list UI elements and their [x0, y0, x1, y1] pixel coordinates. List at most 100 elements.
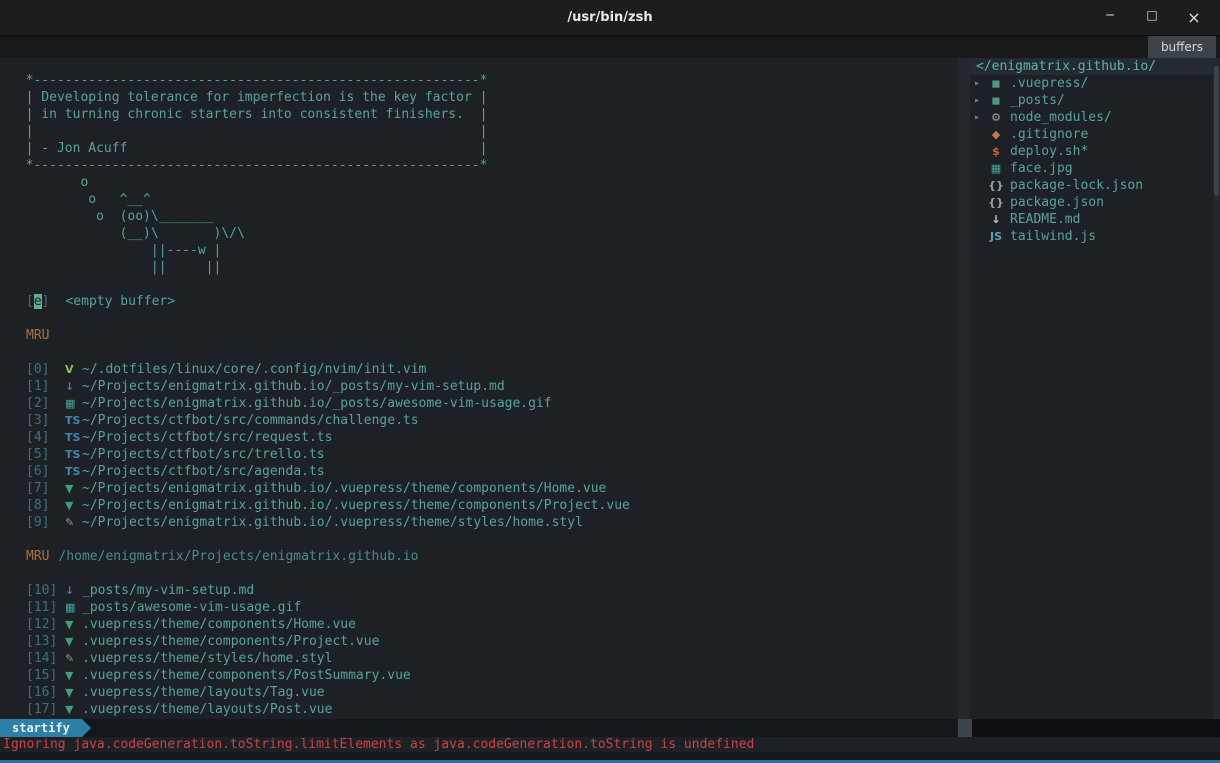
cow-art-line: ||----w | — [10, 242, 958, 259]
stylus-icon: ✎ — [65, 514, 82, 531]
json-icon: {} — [986, 194, 1006, 211]
explorer-tree: ▸ ◼ .vuepress/ ▸ ◼ _posts/ ▸ ⚙ node_modu… — [970, 75, 1213, 245]
explorer-item[interactable]: {} package.json — [970, 194, 1213, 211]
typescript-icon: TS — [65, 446, 82, 463]
image-icon: ▦ — [65, 395, 82, 412]
mru-entry[interactable]: [0] V ~/.dotfiles/linux/core/.config/nvi… — [10, 361, 958, 378]
blank-line — [10, 276, 958, 293]
entry-path: .vuepress/theme/styles/home.styl — [82, 650, 332, 667]
typescript-icon: TS — [65, 412, 82, 429]
statusline-fill — [91, 719, 958, 737]
folder-icon: ◼ — [986, 75, 1006, 92]
mru-entry[interactable]: [8] ▼ ~/Projects/enigmatrix.github.io/.v… — [10, 497, 958, 514]
mru-entry[interactable]: [17] ▼ .vuepress/theme/layouts/Post.vue — [10, 701, 958, 718]
expand-arrow-icon[interactable]: ▸ — [970, 109, 986, 126]
statusline: startify — [0, 719, 1220, 737]
entry-path: ~/Projects/ctfbot/src/commands/challenge… — [82, 412, 419, 429]
file-explorer[interactable]: </enigmatrix.github.io/ ▸ ◼ .vuepress/ ▸… — [970, 58, 1213, 719]
blank-line — [10, 344, 958, 361]
entry-index: [17] — [26, 701, 65, 718]
buffers-tab[interactable]: buffers — [1148, 36, 1216, 58]
window-title: /usr/bin/zsh — [0, 10, 1220, 25]
mru-label: MRU — [26, 549, 49, 564]
expand-arrow-icon[interactable]: ▸ — [970, 75, 986, 92]
explorer-item[interactable]: ▸ ◼ _posts/ — [970, 92, 1213, 109]
explorer-scrollbar[interactable] — [1213, 58, 1220, 719]
mru-entry[interactable]: [12] ▼ .vuepress/theme/components/Home.v… — [10, 616, 958, 633]
vue-icon: ▼ — [65, 667, 82, 684]
explorer-item[interactable]: ▸ ⚙ node_modules/ — [970, 109, 1213, 126]
terminal-window: /usr/bin/zsh ─ □ × buffers *------------… — [0, 0, 1220, 763]
entry-path: .vuepress/theme/layouts/Post.vue — [82, 701, 332, 718]
scrollbar-corner — [958, 719, 972, 737]
mru-label: MRU — [26, 328, 49, 343]
minimize-button[interactable]: ─ — [1102, 8, 1118, 27]
entry-index: [10] — [26, 582, 65, 599]
entry-path: .vuepress/theme/components/Project.vue — [82, 633, 379, 650]
cow-art-line: o — [10, 174, 958, 191]
node-modules-icon: ⚙ — [986, 109, 1006, 126]
entry-index: [13] — [26, 633, 65, 650]
mru-project-header: MRU/home/enigmatrix/Projects/enigmatrix.… — [10, 548, 958, 565]
mru-entry[interactable]: [11] ▦ _posts/awesome-vim-usage.gif — [10, 599, 958, 616]
startify-buffer[interactable]: *---------------------------------------… — [0, 58, 958, 719]
mru-entry[interactable]: [13] ▼ .vuepress/theme/components/Projec… — [10, 633, 958, 650]
entry-path: .vuepress/theme/layouts/Tag.vue — [82, 684, 325, 701]
mru-project-path: /home/enigmatrix/Projects/enigmatrix.git… — [58, 549, 418, 564]
explorer-item-label: node_modules/ — [1010, 109, 1112, 126]
mru-entry[interactable]: [14] ✎ .vuepress/theme/styles/home.styl — [10, 650, 958, 667]
maximize-button[interactable]: □ — [1144, 8, 1160, 27]
explorer-item[interactable]: ◆ .gitignore — [970, 126, 1213, 143]
entry-path: ~/.dotfiles/linux/core/.config/nvim/init… — [82, 361, 426, 378]
mru-entry[interactable]: [9] ✎ ~/Projects/enigmatrix.github.io/.v… — [10, 514, 958, 531]
entry-path: _posts/awesome-vim-usage.gif — [82, 599, 301, 616]
entry-path: ~/Projects/ctfbot/src/trello.ts — [82, 446, 325, 463]
explorer-item[interactable]: {} package-lock.json — [970, 177, 1213, 194]
explorer-item-label: README.md — [1010, 211, 1080, 228]
entry-path: .vuepress/theme/components/Home.vue — [82, 616, 356, 633]
json-icon: {} — [986, 177, 1006, 194]
markdown-icon: ↓ — [65, 582, 82, 599]
mru-entry[interactable]: [15] ▼ .vuepress/theme/components/PostSu… — [10, 667, 958, 684]
error-message: Ignoring java.codeGeneration.toString.li… — [3, 737, 754, 752]
bottom-strip — [0, 752, 1220, 760]
quote-line: | - Jon Acuff | — [10, 140, 958, 157]
quote-line: | Developing tolerance for imperfection … — [10, 89, 958, 106]
empty-buffer-label: <empty buffer> — [65, 294, 175, 309]
mru-entry[interactable]: [16] ▼ .vuepress/theme/layouts/Tag.vue — [10, 684, 958, 701]
quote-box: *---------------------------------------… — [10, 72, 958, 174]
mru-header: MRU — [10, 327, 958, 344]
mru-entry[interactable]: [3] TS ~/Projects/ctfbot/src/commands/ch… — [10, 412, 958, 429]
entry-index: [7] — [26, 480, 65, 497]
mru-entry[interactable]: [2] ▦ ~/Projects/enigmatrix.github.io/_p… — [10, 395, 958, 412]
scrollbar-thumb[interactable] — [1214, 66, 1219, 196]
explorer-item-label: .gitignore — [1010, 126, 1088, 143]
mru-entry[interactable]: [5] TS ~/Projects/ctfbot/src/trello.ts — [10, 446, 958, 463]
explorer-item[interactable]: ▦ face.jpg — [970, 160, 1213, 177]
mru-entry[interactable]: [4] TS ~/Projects/ctfbot/src/request.ts — [10, 429, 958, 446]
mru-entry[interactable]: [1] ↓ ~/Projects/enigmatrix.github.io/_p… — [10, 378, 958, 395]
explorer-item[interactable]: ▸ ◼ .vuepress/ — [970, 75, 1213, 92]
explorer-item[interactable]: JS tailwind.js — [970, 228, 1213, 245]
window-controls: ─ □ × — [1102, 8, 1220, 27]
mru-entry[interactable]: [7] ▼ ~/Projects/enigmatrix.github.io/.v… — [10, 480, 958, 497]
expand-arrow-icon[interactable]: ▸ — [970, 92, 986, 109]
mru-entry[interactable]: [6] TS ~/Projects/ctfbot/src/agenda.ts — [10, 463, 958, 480]
entry-index: [16] — [26, 684, 65, 701]
explorer-item-label: deploy.sh* — [1010, 143, 1088, 160]
titlebar[interactable]: /usr/bin/zsh ─ □ × — [0, 0, 1220, 36]
shell-icon: $ — [986, 143, 1006, 160]
explorer-item[interactable]: $ deploy.sh* — [970, 143, 1213, 160]
mru-entry[interactable]: [10] ↓ _posts/my-vim-setup.md — [10, 582, 958, 599]
explorer-root[interactable]: </enigmatrix.github.io/ — [970, 58, 1213, 75]
entry-index: [0] — [26, 361, 65, 378]
folder-icon: ◼ — [986, 92, 1006, 109]
editor-scrollbar[interactable] — [958, 58, 970, 719]
entry-index: [15] — [26, 667, 65, 684]
explorer-item[interactable]: ↓ README.md — [970, 211, 1213, 228]
quote-line: | in turning chronic starters into consi… — [10, 106, 958, 123]
close-button[interactable]: × — [1186, 8, 1202, 27]
startify-empty-buffer[interactable]: [e]<empty buffer> — [10, 293, 958, 310]
entry-path: .vuepress/theme/components/PostSummary.v… — [82, 667, 411, 684]
vue-icon: ▼ — [65, 616, 82, 633]
